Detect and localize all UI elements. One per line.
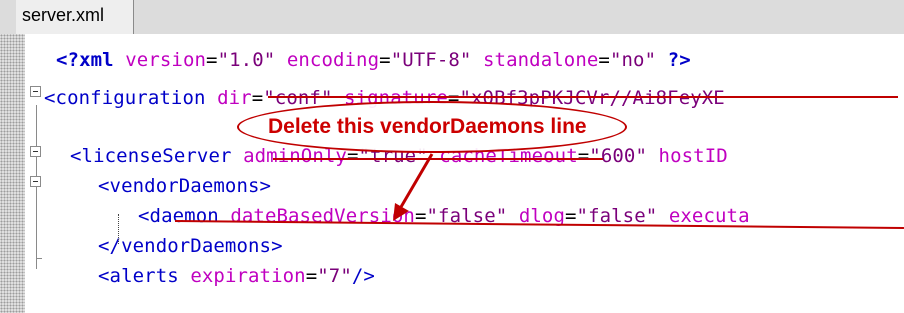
annotation-arrow-icon <box>393 153 434 221</box>
